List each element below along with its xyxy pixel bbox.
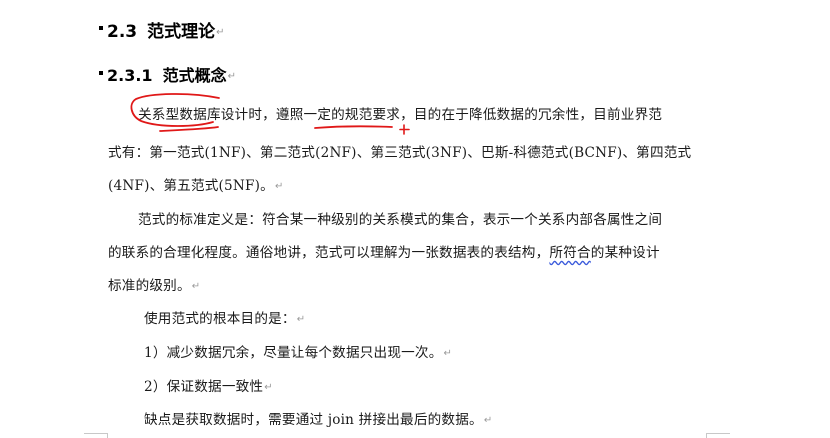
- ink-underline-stroke-1: [159, 126, 219, 132]
- ink-underline-stroke-2: [314, 125, 393, 129]
- ink-circle-stroke: [130, 93, 220, 127]
- red-ink-annotation: [130, 93, 410, 135]
- ink-plus-mark: [399, 124, 410, 135]
- document-page: 2.3 范式理论↵ 2.3.1 范式概念↵ 关系型数据库设计时，遵照一定的规范要求，…: [0, 0, 830, 438]
